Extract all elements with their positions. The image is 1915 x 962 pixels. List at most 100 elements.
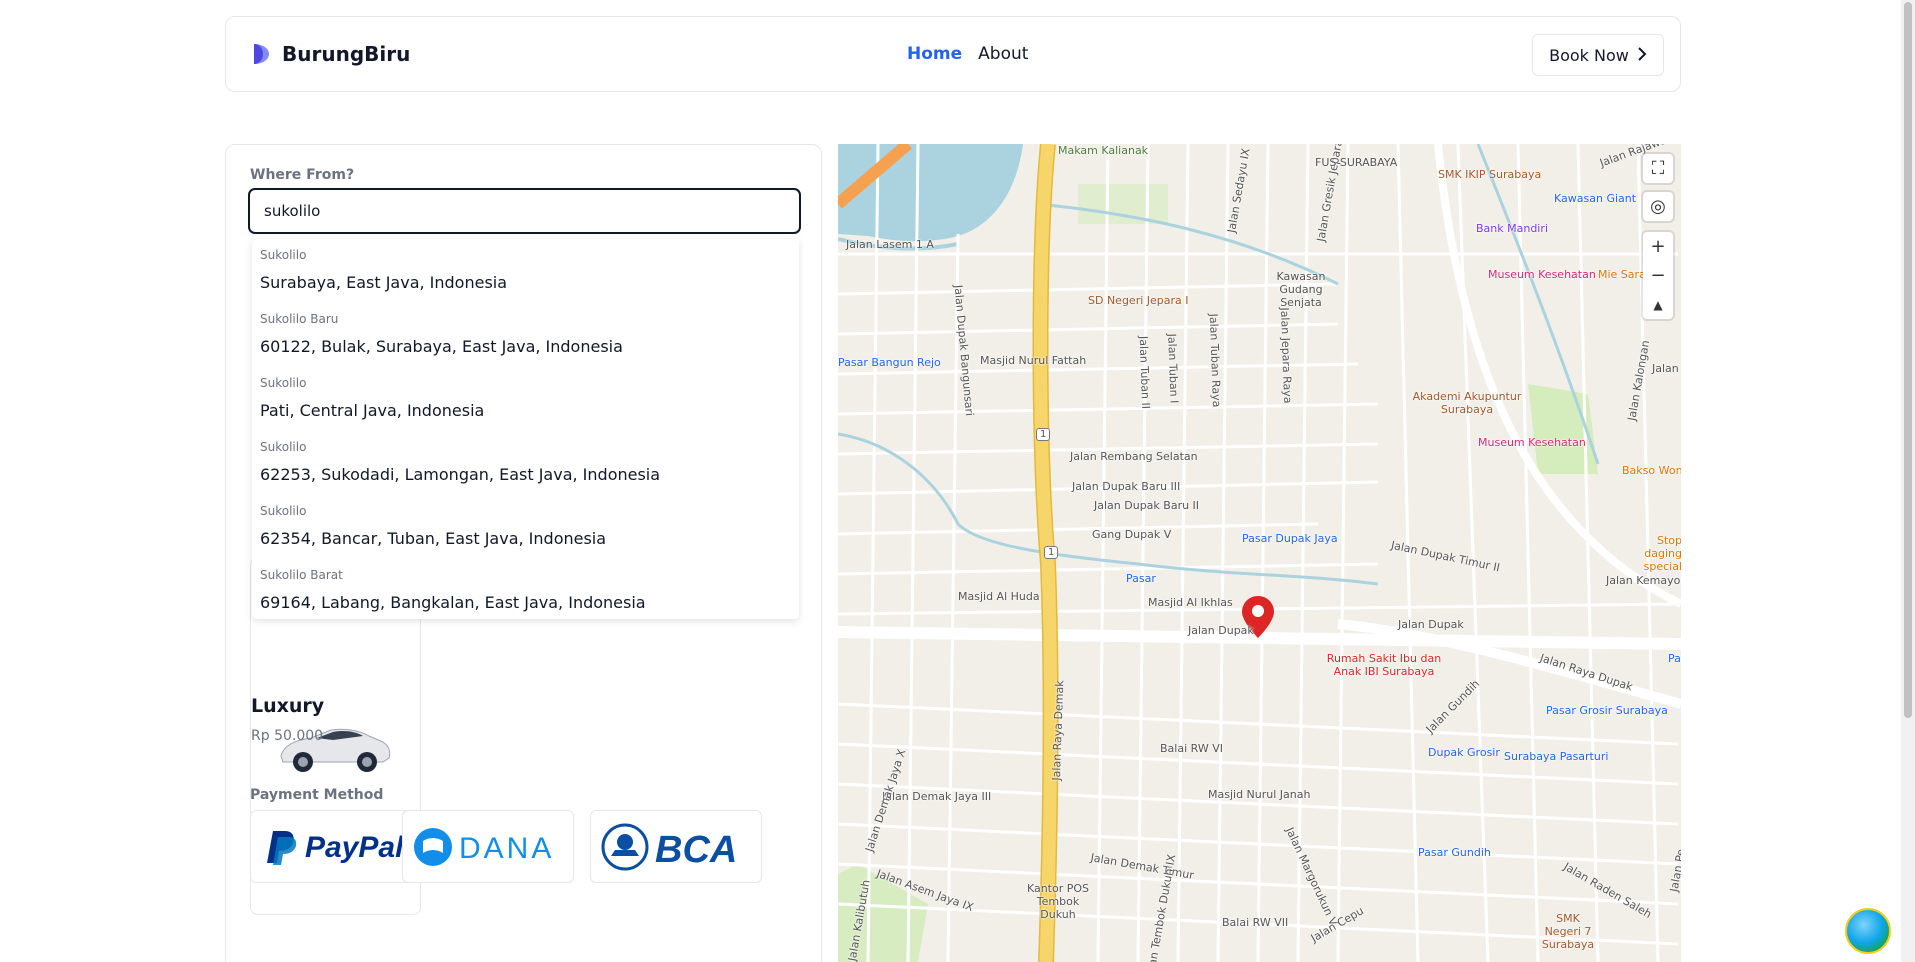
poi-label: Mie Sara (1598, 268, 1646, 281)
poi-label: Pasar Grosir Surabaya (1546, 704, 1668, 717)
street-label: Pa (1668, 652, 1681, 665)
where-from-input[interactable] (248, 188, 801, 234)
chevron-right-icon (1637, 46, 1647, 65)
street-label: Jalan Demak Jaya III (882, 790, 992, 803)
geolocate-control: ◎ (1643, 192, 1673, 221)
poi-label: Pasar Dupak Jaya (1242, 532, 1338, 545)
poi-label: Kawasan Gudang Senjata (1276, 270, 1326, 309)
bca-logo: BCA (601, 823, 737, 871)
map-view[interactable]: 1 1 Jalan Lasem 1 A Makam Kalianak Jalan… (838, 144, 1681, 962)
book-now-label: Book Now (1549, 45, 1629, 65)
car-image (273, 718, 393, 778)
poi-label: Balai RW VII (1222, 916, 1289, 929)
dana-logo: DANA (414, 827, 554, 866)
brand[interactable]: BurungBiru (252, 41, 410, 67)
suggestion-address: Surabaya, East Java, Indonesia (260, 273, 508, 292)
poi-label: SD Negeri Jepara I (1088, 294, 1189, 307)
street-label: Makam Kalianak (1058, 144, 1149, 157)
street-label: Gang Dupak V (1092, 528, 1172, 541)
nav-home-link[interactable]: Home (907, 44, 962, 64)
street-label: Jalan Tuban II (1136, 335, 1153, 410)
poi-label: Balai RW VI (1160, 742, 1223, 755)
suggestion-name: Sukolilo (260, 376, 307, 390)
street-label: Jalan Dupak (1188, 624, 1254, 637)
book-now-button[interactable]: Book Now (1532, 34, 1664, 76)
car-name: Luxury (251, 695, 325, 717)
street-label: Jalan Tuban I (1165, 333, 1181, 404)
suggestion-item[interactable]: Sukolilo 62253, Sukodadi, Lamongan, East … (252, 431, 799, 495)
dana-option[interactable]: DANA (402, 810, 574, 883)
nav-about-link[interactable]: About (978, 44, 1028, 64)
car-price: Rp 50.000 (251, 728, 324, 744)
route-shield: 1 (1036, 428, 1051, 441)
suggestion-address: 60122, Bulak, Surabaya, East Java, Indon… (260, 337, 623, 356)
poi-label: Kawasan Giant (1554, 192, 1637, 205)
poi-label: Bakso Won (1622, 464, 1681, 477)
fullscreen-icon[interactable]: ⛶ (1643, 154, 1673, 183)
poi-label: SMK IKIP Surabaya (1438, 168, 1542, 181)
main-nav: Home About (907, 44, 1028, 64)
poi-label: FUS SURABAYA (1315, 156, 1398, 169)
payment-method-label: Payment Method (250, 787, 384, 803)
bca-option[interactable]: BCA (590, 810, 762, 883)
brand-name: BurungBiru (282, 42, 411, 66)
street-label: Jalan Kemayoran (1606, 574, 1681, 587)
suggestion-name: Sukolilo Baru (260, 312, 339, 326)
poi-label: Pasar Gundih (1418, 846, 1491, 859)
suggestion-name: Sukolilo (260, 248, 307, 262)
suggestion-address: 69164, Labang, Bangkalan, East Java, Ind… (260, 593, 646, 612)
poi-label: Masjid Al Huda (958, 590, 1040, 603)
zoom-in-icon[interactable]: + (1643, 232, 1673, 261)
street-label: Jalan Lasem 1 A (846, 238, 934, 251)
poi-label: Surabaya Pasarturi (1504, 750, 1609, 763)
suggestion-name: Sukolilo (260, 504, 307, 518)
suggestion-item[interactable]: Sukolilo Barat 69164, Labang, Bangkalan, … (252, 559, 799, 623)
street-label: Jalan Dupak (1398, 618, 1464, 631)
suggestion-name: Sukolilo (260, 440, 307, 454)
compass-icon[interactable]: ▲ (1643, 290, 1673, 319)
poi-label: Museum Kesehatan (1478, 436, 1586, 449)
floating-assistant-icon[interactable] (1845, 908, 1891, 954)
suggestion-address: Pati, Central Java, Indonesia (260, 401, 485, 420)
brand-logo-icon (252, 41, 272, 67)
poi-label: SMK Negeri 7 Surabaya (1541, 912, 1595, 951)
fullscreen-control: ⛶ (1643, 154, 1673, 183)
paypal-option[interactable]: PayPal (250, 810, 422, 883)
zoom-control: + − ▲ (1643, 232, 1673, 319)
poi-label: Bank Mandiri (1476, 222, 1548, 235)
poi-label: Stop daging special (1643, 534, 1681, 573)
suggestion-item[interactable]: Sukolilo Pati, Central Java, Indonesia (252, 367, 799, 431)
zoom-out-icon[interactable]: − (1643, 261, 1673, 290)
where-from-label: Where From? (250, 167, 355, 183)
poi-label: Museum Kesehatan (1488, 268, 1596, 281)
map-canvas (838, 144, 1681, 962)
dana-text: DANA (459, 832, 554, 865)
bca-text: BCA (655, 829, 737, 871)
location-suggestions: Sukolilo Surabaya, East Java, Indonesia Su… (252, 239, 799, 619)
street-label: Jalan (1652, 362, 1679, 375)
suggestion-item[interactable]: Sukolilo Baru 60122, Bulak, Surabaya, Eas… (252, 303, 799, 367)
street-label: Jalan Rembang Selatan (1070, 450, 1198, 463)
poi-label: Masjid Nurul Janah (1208, 788, 1311, 801)
booking-panel: Where From? Sukolilo Surabaya, East Java,… (225, 144, 822, 962)
poi-label: Rumah Sakit Ibu dan Anak IBI Surabaya (1326, 652, 1442, 678)
suggestion-address: 62253, Sukodadi, Lamongan, East Java, In… (260, 465, 661, 484)
page-scrollbar[interactable] (1901, 0, 1915, 962)
geolocate-icon[interactable]: ◎ (1643, 192, 1673, 221)
paypal-logo: PayPal (267, 830, 404, 865)
suggestion-address: 62354, Bancar, Tuban, East Java, Indones… (260, 529, 607, 548)
poi-label: Masjid Nurul Fattah (980, 354, 1087, 367)
poi-label: Akademi Akupuntur Surabaya (1412, 390, 1522, 416)
poi-label: Pasar Bangun Rejo (838, 356, 941, 369)
paypal-text: PayPal (305, 831, 404, 864)
scrollbar-thumb[interactable] (1904, 2, 1912, 718)
suggestion-item[interactable]: Sukolilo Surabaya, East Java, Indonesia (252, 239, 799, 303)
suggestion-item[interactable]: Sukolilo 62354, Bancar, Tuban, East Java,… (252, 495, 799, 559)
suggestion-name: Sukolilo Barat (260, 568, 343, 582)
street-label: Jalan Dupak Baru III (1072, 480, 1181, 493)
top-navbar: BurungBiru Home About Book Now (225, 16, 1681, 92)
poi-label: Dupak Grosir (1428, 746, 1500, 759)
street-label: Jalan Dupak Baru II (1094, 499, 1200, 512)
poi-label: Kantor POS Tembok Dukuh (1026, 882, 1090, 921)
poi-label: Pasar (1126, 572, 1156, 585)
